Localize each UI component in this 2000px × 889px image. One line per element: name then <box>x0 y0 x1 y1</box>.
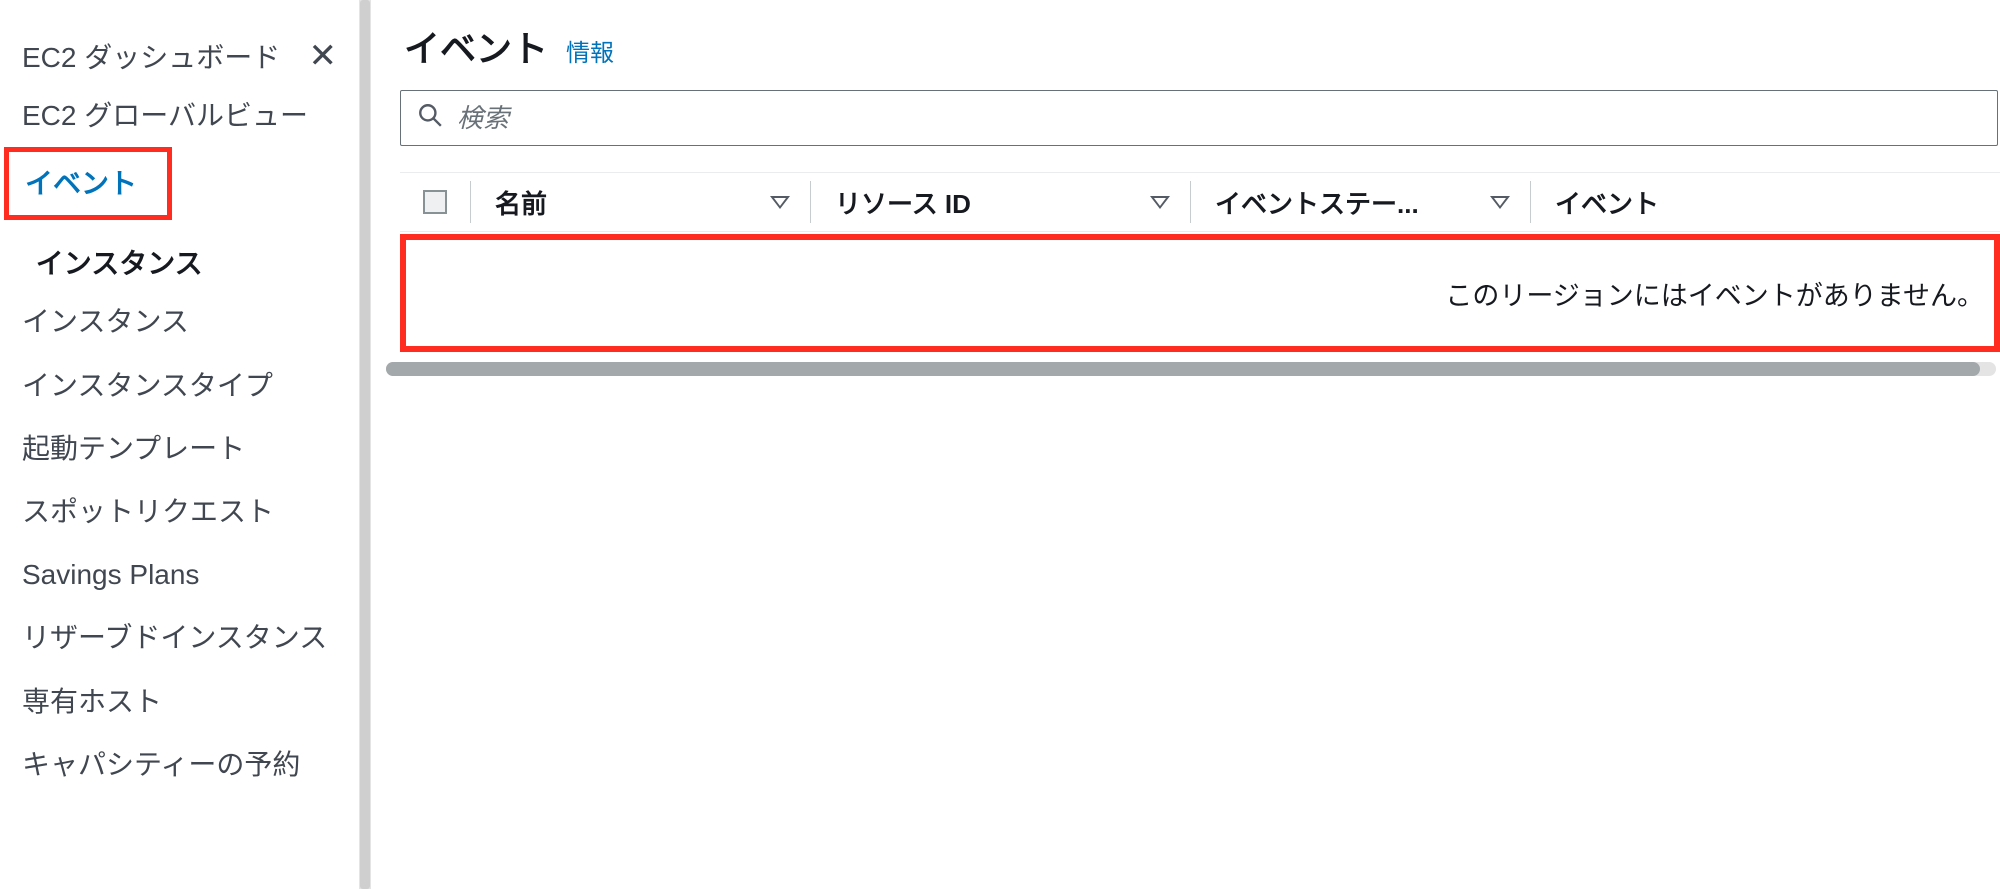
column-label: 名前 <box>495 184 547 221</box>
sidebar-item-dedicated-hosts[interactable]: 専有ホスト <box>0 670 184 733</box>
column-header-event-status[interactable]: イベントステー... <box>1190 181 1530 223</box>
sidebar-section-label: インスタンス <box>36 248 203 279</box>
sidebar-item-ec2-dashboard[interactable]: EC2 ダッシュボード <box>22 36 280 76</box>
app-root: EC2 ダッシュボード ✕ EC2 グローバルビュー イベント インスタンス イ… <box>0 0 2000 889</box>
select-all-checkbox[interactable] <box>423 190 447 214</box>
info-link[interactable]: 情報 <box>566 33 614 68</box>
column-header-event[interactable]: イベント <box>1530 181 2000 223</box>
sidebar-item-global-view[interactable]: EC2 グローバルビュー <box>0 84 330 147</box>
filter-icon[interactable] <box>1150 196 1170 209</box>
column-checkbox[interactable] <box>400 190 470 214</box>
sidebar-item-launch-templates[interactable]: 起動テンプレート <box>0 417 267 480</box>
sidebar-item-spot-requests[interactable]: スポットリクエスト <box>0 480 296 543</box>
search-input[interactable] <box>457 103 1981 134</box>
sidebar-section-instances[interactable]: インスタンス <box>0 220 359 290</box>
sidebar-item-instance-types[interactable]: インスタンスタイプ <box>0 354 295 417</box>
column-header-resource-id[interactable]: リソース ID <box>810 181 1190 223</box>
sidebar-item-savings-plans[interactable]: Savings Plans <box>0 543 221 606</box>
sidebar: EC2 ダッシュボード ✕ EC2 グローバルビュー イベント インスタンス イ… <box>0 0 360 889</box>
column-label: イベントステー... <box>1215 184 1419 221</box>
filter-icon[interactable] <box>1490 196 1510 209</box>
table-empty-message: このリージョンにはイベントがありません。 <box>400 234 2000 352</box>
search-icon <box>417 102 443 135</box>
table-header-row: 名前 リソース ID イベントステー... イベント <box>400 172 2000 232</box>
sidebar-item-instances[interactable]: インスタンス <box>0 290 211 353</box>
filter-icon[interactable] <box>770 196 790 209</box>
sidebar-item-events[interactable]: イベント <box>4 147 172 220</box>
page-heading: イベント 情報 <box>400 20 2000 72</box>
sidebar-item-reserved-instances[interactable]: リザーブドインスタンス <box>0 606 349 669</box>
horizontal-scrollbar-thumb[interactable] <box>386 362 1980 376</box>
close-icon[interactable]: ✕ <box>309 39 338 73</box>
events-table: 名前 リソース ID イベントステー... イベント このリージョンにはイベント… <box>400 172 2000 376</box>
horizontal-scrollbar[interactable] <box>386 362 1996 376</box>
search-field[interactable] <box>400 90 1998 146</box>
column-label: リソース ID <box>835 184 971 221</box>
column-label: イベント <box>1555 184 1659 221</box>
sidebar-item-capacity-reservations[interactable]: キャパシティーの予約 <box>0 733 322 796</box>
column-header-name[interactable]: 名前 <box>470 181 810 223</box>
sidebar-top-row: EC2 ダッシュボード ✕ <box>0 28 359 84</box>
main-content: イベント 情報 名前 リソース I <box>360 0 2000 889</box>
page-title: イベント <box>404 20 548 72</box>
